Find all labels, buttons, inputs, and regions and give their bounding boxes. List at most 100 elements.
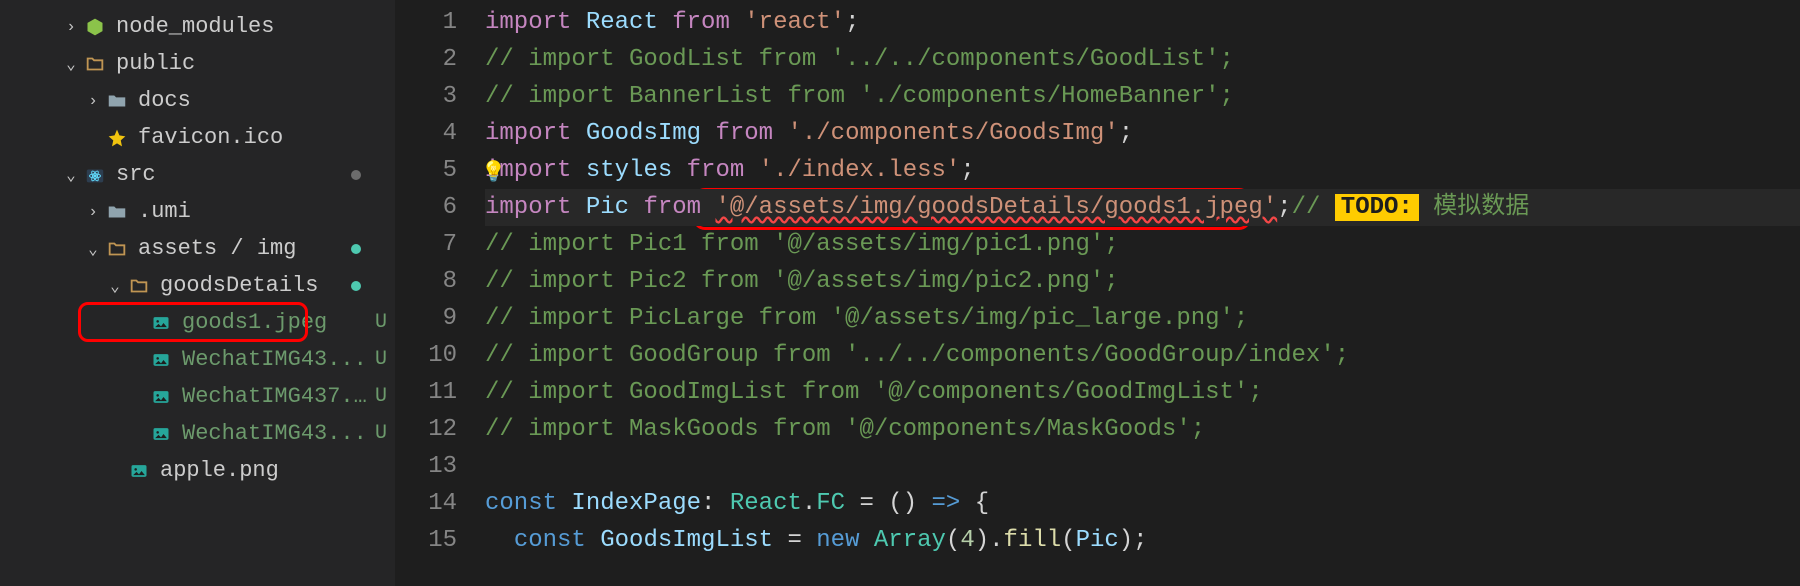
token-punc: ). bbox=[975, 527, 1004, 554]
git-status-letter: U bbox=[367, 348, 395, 371]
code-line-4[interactable]: import GoodsImg from './components/Goods… bbox=[485, 115, 1800, 152]
git-status-letter: U bbox=[367, 385, 395, 408]
tree-item-label: .umi bbox=[138, 199, 367, 224]
chevron-icon: ⌄ bbox=[82, 239, 104, 259]
folder-icon bbox=[104, 199, 130, 225]
code-line-12[interactable]: // import MaskGoods from '@/components/M… bbox=[485, 411, 1800, 448]
tree-item-favicon-ico[interactable]: favicon.ico bbox=[0, 119, 395, 156]
code-line-9[interactable]: // import PicLarge from '@/assets/img/pi… bbox=[485, 300, 1800, 337]
tree-item-goodsdetails[interactable]: ⌄goodsDetails bbox=[0, 267, 395, 304]
git-status-letter: U bbox=[367, 311, 395, 334]
token-var: IndexPage bbox=[571, 490, 701, 517]
token-default bbox=[629, 194, 643, 221]
token-comment: // import Pic2 from '@/assets/img/pic2.p… bbox=[485, 268, 1119, 295]
annotation-highlight-file bbox=[78, 302, 308, 342]
token-type: FC bbox=[816, 490, 845, 517]
code-line-11[interactable]: // import GoodImgList from '@/components… bbox=[485, 374, 1800, 411]
folder-open-icon bbox=[82, 51, 108, 77]
token-var: Pic bbox=[586, 194, 629, 221]
token-comment: // import PicLarge from '@/assets/img/pi… bbox=[485, 305, 1248, 332]
nodejs-icon bbox=[82, 14, 108, 40]
token-punc: : bbox=[701, 490, 730, 517]
line-number: 1 bbox=[395, 4, 457, 41]
line-number: 2 bbox=[395, 41, 457, 78]
token-default bbox=[701, 194, 715, 221]
token-keyword: import bbox=[485, 194, 571, 221]
code-editor[interactable]: 123456789101112131415 import React from … bbox=[395, 0, 1800, 586]
lightbulb-icon[interactable]: 💡 bbox=[481, 155, 506, 192]
code-line-1[interactable]: import React from 'react'; bbox=[485, 4, 1800, 41]
token-default bbox=[557, 490, 571, 517]
tree-item-label: public bbox=[116, 51, 367, 76]
favicon-icon bbox=[104, 125, 130, 151]
line-number: 7 bbox=[395, 226, 457, 263]
code-line-15[interactable]: const GoodsImgList = new Array(4).fill(P… bbox=[485, 522, 1800, 559]
line-number: 3 bbox=[395, 78, 457, 115]
code-line-10[interactable]: // import GoodGroup from '../../componen… bbox=[485, 337, 1800, 374]
token-punc: ); bbox=[1119, 527, 1148, 554]
token-const: new bbox=[816, 527, 859, 554]
line-number-gutter: 123456789101112131415 bbox=[395, 0, 485, 586]
line-number: 15 bbox=[395, 522, 457, 559]
line-number: 10 bbox=[395, 337, 457, 374]
token-default bbox=[773, 120, 787, 147]
token-string: './index.less' bbox=[759, 157, 961, 184]
tree-item-src[interactable]: ⌄src bbox=[0, 156, 395, 193]
tree-item-label: goodsDetails bbox=[160, 273, 351, 298]
code-line-14[interactable]: const IndexPage: React.FC = () => { bbox=[485, 485, 1800, 522]
token-default bbox=[960, 490, 974, 517]
code-line-8[interactable]: // import Pic2 from '@/assets/img/pic2.p… bbox=[485, 263, 1800, 300]
token-default bbox=[586, 527, 600, 554]
code-line-6[interactable]: import Pic from '@/assets/img/goodsDetai… bbox=[485, 189, 1800, 226]
tree-item-wechatimg437-[interactable]: WechatIMG437...U bbox=[0, 378, 395, 415]
todo-text: 模拟数据 bbox=[1419, 194, 1529, 221]
token-punc: = () bbox=[860, 490, 932, 517]
token-string: 'react' bbox=[744, 9, 845, 36]
code-line-5[interactable]: 💡import styles from './index.less'; bbox=[485, 152, 1800, 189]
token-default bbox=[845, 490, 859, 517]
token-from: from bbox=[715, 120, 773, 147]
code-line-13[interactable] bbox=[485, 448, 1800, 485]
tree-item-apple-png[interactable]: apple.png bbox=[0, 452, 395, 489]
token-punc: . bbox=[802, 490, 816, 517]
line-number: 9 bbox=[395, 300, 457, 337]
code-line-7[interactable]: // import Pic1 from '@/assets/img/pic1.p… bbox=[485, 226, 1800, 263]
tree-item-public[interactable]: ⌄public bbox=[0, 45, 395, 82]
token-default bbox=[672, 157, 686, 184]
token-punc: ; bbox=[960, 157, 974, 184]
file-explorer-sidebar[interactable]: ›node_modules⌄public›docsfavicon.ico⌄src… bbox=[0, 0, 395, 586]
token-var: GoodsImgList bbox=[600, 527, 773, 554]
chevron-icon: › bbox=[82, 92, 104, 110]
tree-item-assets-img[interactable]: ⌄assets / img bbox=[0, 230, 395, 267]
token-type: React bbox=[730, 490, 802, 517]
code-line-3[interactable]: // import BannerList from './components/… bbox=[485, 78, 1800, 115]
token-default bbox=[773, 527, 787, 554]
token-comment: // import MaskGoods from '@/components/M… bbox=[485, 416, 1205, 443]
tree-item-goods1-jpeg[interactable]: goods1.jpegU bbox=[0, 304, 395, 341]
tree-item--umi[interactable]: › .umi bbox=[0, 193, 395, 230]
tree-item-wechatimg43-[interactable]: WechatIMG43...U bbox=[0, 415, 395, 452]
token-default bbox=[571, 120, 585, 147]
token-default bbox=[571, 157, 585, 184]
code-line-2[interactable]: // import GoodList from '../../component… bbox=[485, 41, 1800, 78]
token-default bbox=[571, 9, 585, 36]
token-default bbox=[485, 527, 514, 554]
tree-item-node-modules[interactable]: ›node_modules bbox=[0, 8, 395, 45]
line-number: 5 bbox=[395, 152, 457, 189]
tree-item-wechatimg43-[interactable]: WechatIMG43...U bbox=[0, 341, 395, 378]
image-file-icon bbox=[148, 421, 174, 447]
token-default bbox=[701, 120, 715, 147]
token-default bbox=[860, 527, 874, 554]
token-default bbox=[744, 157, 758, 184]
token-comment: // import BannerList from './components/… bbox=[485, 83, 1234, 110]
import-path-error: '@/assets/img/goodsDetails/goods1.jpeg' bbox=[715, 194, 1277, 221]
line-number: 12 bbox=[395, 411, 457, 448]
token-var: React bbox=[586, 9, 658, 36]
token-string: './components/GoodsImg' bbox=[787, 120, 1118, 147]
chevron-icon: › bbox=[82, 203, 104, 221]
token-comment: // import Pic1 from '@/assets/img/pic1.p… bbox=[485, 231, 1119, 258]
token-const: const bbox=[485, 490, 557, 517]
todo-tag: TODO: bbox=[1335, 194, 1419, 221]
tree-item-docs[interactable]: ›docs bbox=[0, 82, 395, 119]
code-area[interactable]: import React from 'react';// import Good… bbox=[485, 0, 1800, 586]
